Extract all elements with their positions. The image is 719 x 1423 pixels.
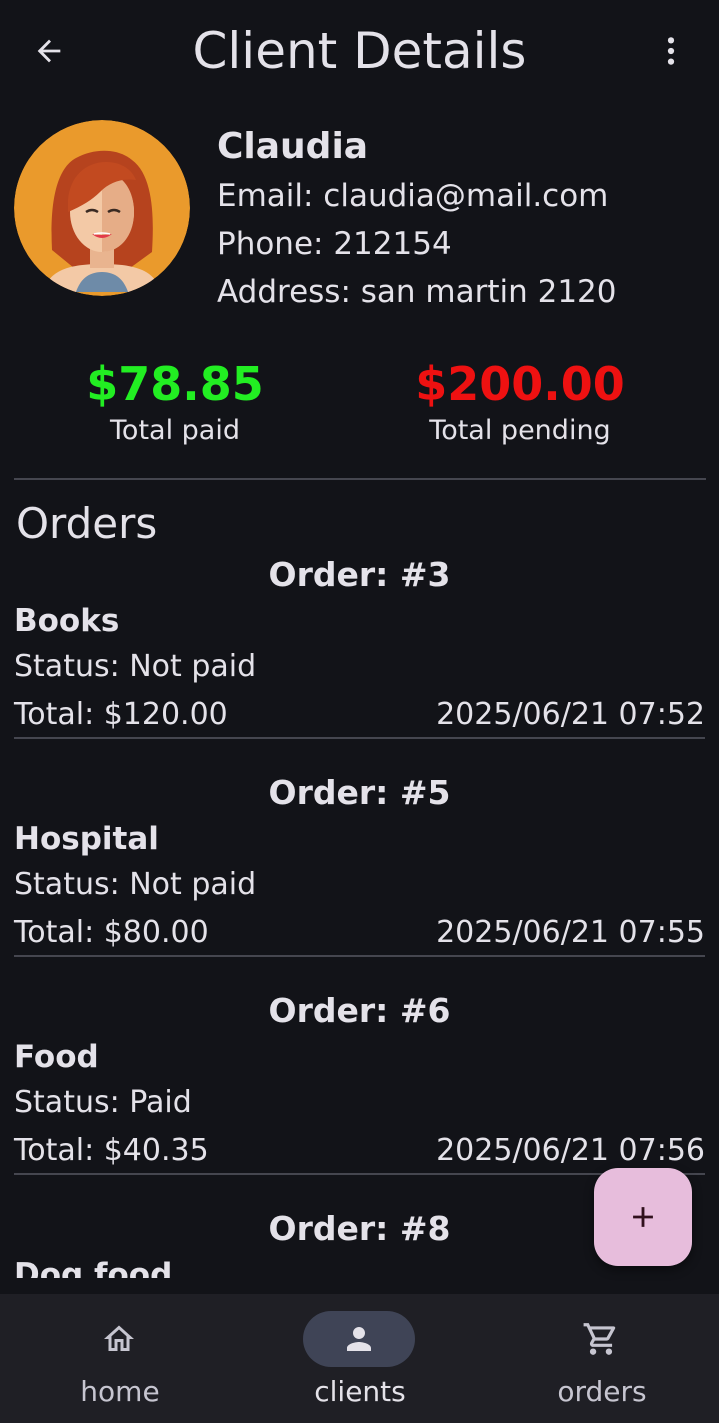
person-icon [347, 1327, 371, 1351]
more-options-button[interactable] [645, 22, 697, 80]
add-order-button[interactable] [594, 1168, 692, 1266]
order-name: Books [14, 603, 120, 639]
order-date: 2025/06/21 07:52 [436, 697, 705, 732]
total-pending-amount: $200.00 [415, 357, 625, 411]
total-paid-block: $78.85 Total paid [25, 355, 325, 449]
orders-heading: Orders [16, 499, 158, 548]
bottom-navigation: home clients orders [0, 1294, 719, 1423]
order-name: Dog food [14, 1257, 173, 1278]
order-item[interactable]: Order: #3 Books Status: Not paid Total: … [14, 552, 705, 770]
client-email: Email: claudia@mail.com [217, 178, 609, 214]
page-title: Client Details [192, 22, 527, 80]
total-paid-amount: $78.85 [86, 357, 264, 411]
nav-item-orders[interactable]: orders [482, 1294, 719, 1423]
nav-indicator [545, 1311, 657, 1367]
order-status: Status: Not paid [14, 867, 257, 902]
female-avatar-icon [14, 120, 190, 296]
shopping-cart-icon [583, 1323, 616, 1355]
more-vert-icon [667, 37, 675, 65]
client-info: Claudia Email: claudia@mail.com Phone: 2… [217, 122, 712, 316]
nav-item-clients[interactable]: clients [240, 1294, 480, 1423]
order-name: Food [14, 1039, 99, 1075]
client-avatar [14, 120, 190, 296]
order-total: Total: $40.35 [14, 1133, 209, 1168]
client-name: Claudia [217, 126, 369, 167]
order-divider [14, 737, 705, 739]
total-pending-block: $200.00 Total pending [370, 355, 670, 449]
nav-label-clients: clients [314, 1375, 406, 1408]
order-status: Status: Not paid [14, 649, 257, 684]
nav-indicator [63, 1311, 175, 1367]
home-icon [104, 1325, 134, 1351]
client-details-screen: Client Details Claudia Email: claudia@ma… [0, 0, 719, 1423]
client-address: Address: san martin 2120 [217, 274, 617, 310]
order-number: Order: #5 [268, 773, 451, 812]
nav-item-home[interactable]: home [0, 1294, 240, 1423]
order-total: Total: $80.00 [14, 915, 209, 950]
order-number: Order: #6 [268, 991, 451, 1030]
order-date: 2025/06/21 07:55 [436, 915, 705, 950]
order-item[interactable]: Order: #5 Hospital Status: Not paid Tota… [14, 770, 705, 988]
order-name: Hospital [14, 821, 159, 857]
order-divider [14, 955, 705, 957]
nav-indicator-active [303, 1311, 415, 1367]
total-paid-label: Total paid [110, 415, 240, 446]
top-app-bar: Client Details [0, 0, 719, 104]
order-total: Total: $120.00 [14, 697, 228, 732]
nav-label-home: home [80, 1375, 160, 1408]
order-status: Status: Paid [14, 1085, 192, 1120]
add-icon [633, 1207, 653, 1227]
client-phone: Phone: 212154 [217, 226, 452, 262]
order-number: Order: #3 [268, 555, 451, 594]
section-divider [14, 478, 706, 480]
total-pending-label: Total pending [429, 415, 611, 446]
nav-label-orders: orders [557, 1375, 647, 1408]
